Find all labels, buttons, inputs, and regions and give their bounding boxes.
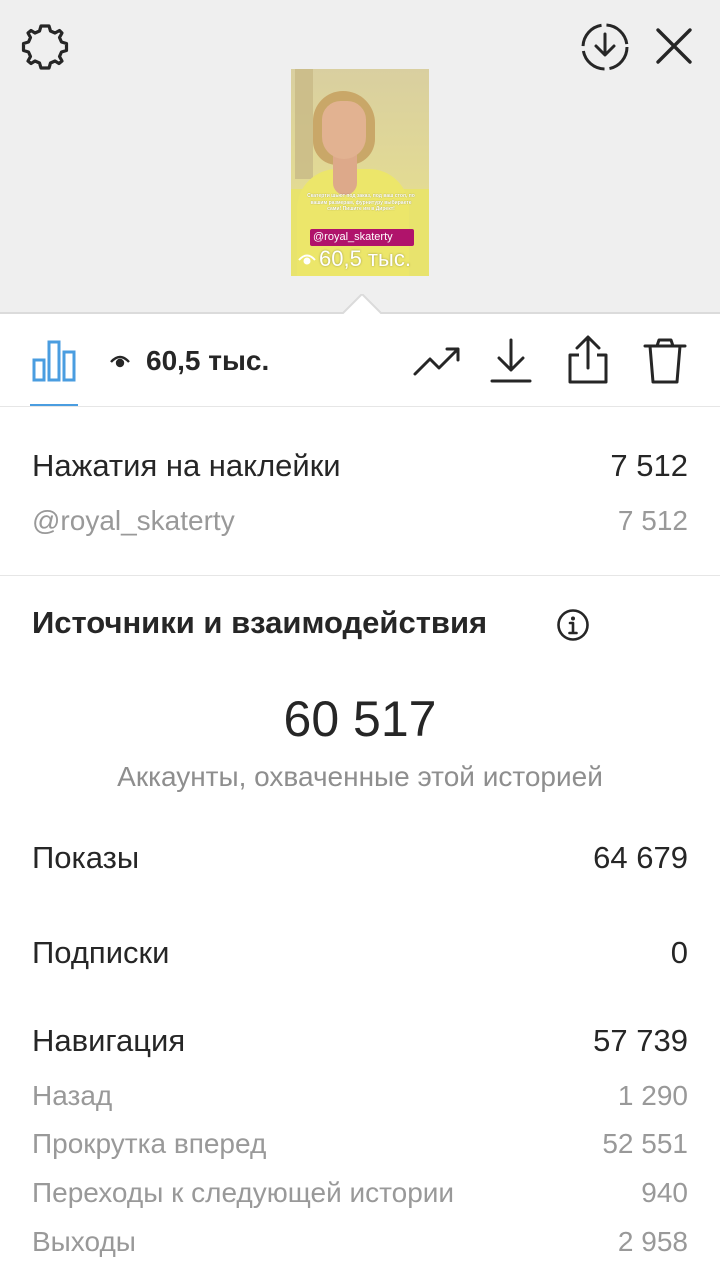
navigation-item-forward: Прокрутка вперед 52 551	[32, 1128, 688, 1160]
navigation-item-label: Выходы	[32, 1226, 136, 1257]
reach-value: 60 517	[283, 691, 437, 747]
navigation-item-value: 52 551	[602, 1128, 688, 1159]
bar-chart-icon[interactable]	[30, 336, 78, 384]
thumbnail-caption: Скатерти шьют под заказ, под ваш стол, п…	[307, 193, 415, 213]
views-count: 60,5 тыс.	[146, 345, 270, 376]
follows-row: Подписки 0	[32, 935, 688, 971]
navigation-value: 57 739	[593, 1023, 688, 1058]
follows-label: Подписки	[32, 935, 170, 970]
thumbnail-face	[322, 101, 366, 159]
eye-icon	[298, 254, 316, 265]
sticker-taps-row: Нажатия на наклейки 7 512	[32, 448, 688, 484]
trending-icon[interactable]	[412, 342, 462, 382]
navigation-item-value: 1 290	[617, 1080, 688, 1111]
navigation-item-label: Прокрутка вперед	[32, 1128, 267, 1159]
sticker-taps-value: 7 512	[610, 448, 688, 483]
info-icon[interactable]	[556, 608, 590, 642]
sticker-item-label: @royal_skaterty	[32, 505, 235, 536]
thumbnail-views-count: 60,5 тыс.	[319, 246, 411, 271]
navigation-label: Навигация	[32, 1023, 186, 1058]
navigation-item-label: Назад	[32, 1080, 113, 1111]
mention-sticker: @royal_skaterty	[310, 229, 414, 246]
navigation-item-next-story: Переходы к следующей истории 940	[32, 1177, 688, 1209]
section-title: Источники и взаимодействия	[32, 605, 488, 640]
close-icon[interactable]	[652, 24, 696, 68]
download-icon[interactable]	[488, 336, 534, 386]
navigation-item-back: Назад 1 290	[32, 1080, 688, 1112]
download-circle-icon[interactable]	[578, 20, 632, 74]
sticker-item-value: 7 512	[617, 505, 688, 536]
story-thumbnail[interactable]: Скатерти шьют под заказ, под ваш стол, п…	[291, 69, 429, 276]
navigation-item-value: 940	[641, 1177, 688, 1208]
share-icon[interactable]	[564, 334, 612, 386]
reach-label: Аккаунты, охваченные этой историей	[117, 761, 603, 792]
impressions-label: Показы	[32, 840, 140, 875]
sticker-taps-label: Нажатия на наклейки	[32, 448, 341, 483]
thumbnail-door	[295, 69, 313, 179]
sticker-item-row[interactable]: @royal_skaterty 7 512	[32, 505, 688, 537]
navigation-item-value: 2 958	[617, 1226, 688, 1257]
navigation-row: Навигация 57 739	[32, 1023, 688, 1059]
eye-icon	[110, 355, 130, 368]
thumbnail-neck	[333, 155, 357, 195]
trash-icon[interactable]	[642, 336, 688, 386]
section-divider	[0, 575, 720, 576]
impressions-row: Показы 64 679	[32, 840, 688, 876]
navigation-item-exits: Выходы 2 958	[32, 1226, 688, 1258]
insights-toolbar: 60,5 тыс.	[0, 314, 720, 407]
thumbnail-views: 60,5 тыс.	[297, 247, 411, 271]
navigation-item-label: Переходы к следующей истории	[32, 1177, 455, 1208]
follows-value: 0	[670, 935, 688, 970]
toolbar-divider	[0, 406, 720, 407]
gear-icon[interactable]	[18, 20, 72, 74]
impressions-value: 64 679	[593, 840, 688, 875]
